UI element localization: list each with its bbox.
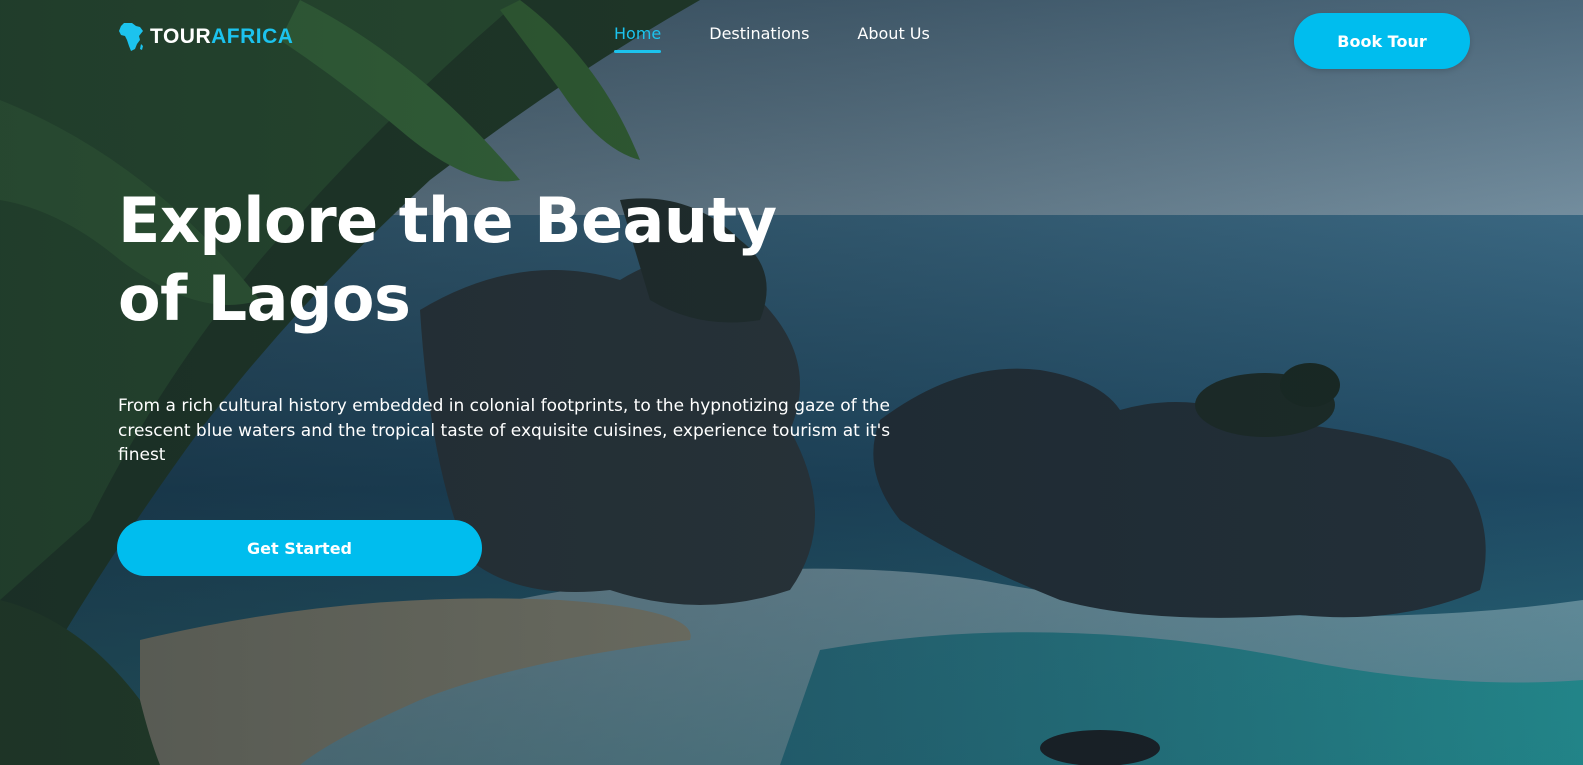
- book-tour-button[interactable]: Book Tour: [1294, 13, 1470, 69]
- brand-name-part1: TOUR: [150, 25, 212, 48]
- hero-description: From a rich cultural history embedded in…: [118, 396, 891, 465]
- brand-logo[interactable]: TOURAFRICA: [118, 22, 293, 52]
- nav-destinations[interactable]: Destinations: [709, 24, 809, 49]
- nav-home[interactable]: Home: [614, 24, 662, 53]
- brand-name-part2: AFRICA: [211, 25, 294, 48]
- hero-title: Explore the Beauty of Lagos: [118, 184, 777, 335]
- brand-name: TOURAFRICA: [150, 25, 293, 49]
- hero-overlay: [0, 0, 1583, 765]
- nav-about-us[interactable]: About Us: [857, 24, 929, 49]
- get-started-button[interactable]: Get Started: [117, 520, 482, 576]
- main-nav: Home Destinations About Us: [614, 24, 930, 53]
- africa-map-icon: [118, 22, 144, 52]
- landing-page: TOURAFRICA Home Destinations About Us Bo…: [0, 0, 1583, 765]
